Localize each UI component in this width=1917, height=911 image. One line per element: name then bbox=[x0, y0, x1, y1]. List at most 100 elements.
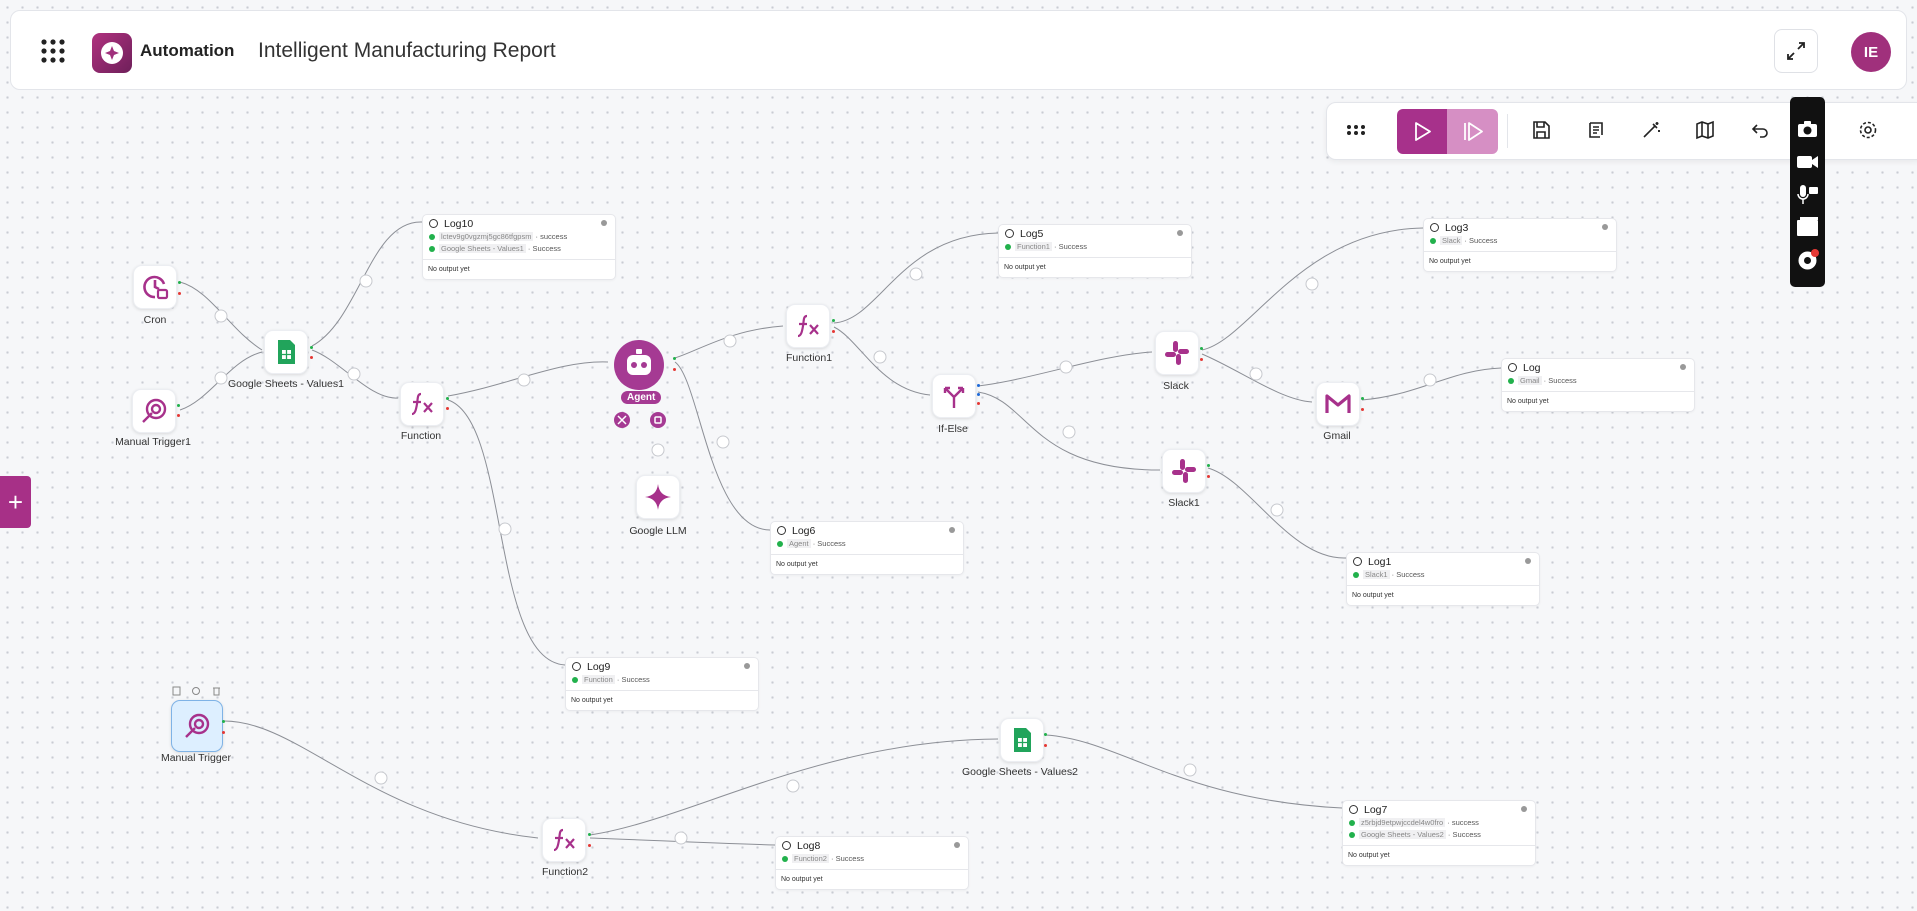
agent-memory-button[interactable] bbox=[650, 412, 666, 428]
camera-button[interactable] bbox=[1795, 117, 1820, 142]
toolbar-menu-button[interactable] bbox=[1339, 113, 1373, 147]
output-port[interactable] bbox=[588, 833, 591, 836]
status-dot bbox=[744, 663, 750, 669]
function1-node[interactable] bbox=[786, 304, 830, 348]
error-port[interactable] bbox=[1207, 475, 1210, 478]
delete-icon[interactable] bbox=[213, 687, 220, 696]
output-port[interactable] bbox=[178, 281, 181, 284]
window-icon bbox=[1797, 217, 1818, 236]
log-output: No output yet bbox=[776, 869, 968, 889]
log-card[interactable]: Log Gmail · Success No output yet bbox=[1501, 358, 1695, 412]
function-node[interactable] bbox=[400, 382, 444, 426]
run-button[interactable] bbox=[1397, 109, 1447, 154]
user-avatar[interactable]: IE bbox=[1851, 32, 1891, 72]
if-else-node[interactable] bbox=[932, 374, 976, 418]
magic-wand-icon bbox=[1643, 122, 1660, 138]
function2-node[interactable] bbox=[542, 818, 586, 862]
error-port[interactable] bbox=[1044, 744, 1047, 747]
automation-logo bbox=[92, 33, 132, 73]
output-port[interactable] bbox=[1200, 347, 1203, 350]
log-title: Log7 bbox=[1364, 804, 1388, 816]
log-status: Success bbox=[1396, 570, 1425, 579]
slack-icon bbox=[1165, 341, 1189, 365]
slack-label: Slack bbox=[1163, 380, 1189, 392]
log-title: Log bbox=[1523, 362, 1541, 374]
log7-card[interactable]: Log7 z5rbjd9etpwjccdel4w0fro · success G… bbox=[1342, 800, 1536, 866]
if-port[interactable] bbox=[977, 384, 980, 387]
google-llm-label: Google LLM bbox=[629, 525, 687, 537]
log-input-row: Agent · Success bbox=[777, 538, 963, 550]
slack-node[interactable] bbox=[1155, 331, 1199, 375]
log-status: success bbox=[540, 232, 568, 241]
error-port[interactable] bbox=[1200, 358, 1203, 361]
map-button[interactable] bbox=[1688, 113, 1722, 147]
output-port[interactable] bbox=[673, 357, 676, 360]
log-title: Log3 bbox=[1445, 222, 1469, 234]
output-port[interactable] bbox=[1044, 733, 1047, 736]
log1-card[interactable]: Log1 Slack1 · Success No output yet bbox=[1346, 552, 1540, 606]
log-output: No output yet bbox=[423, 259, 615, 279]
error-port[interactable] bbox=[178, 292, 181, 295]
manual-trigger1-node[interactable] bbox=[132, 389, 176, 433]
gmail-node[interactable] bbox=[1316, 382, 1360, 426]
log3-card[interactable]: Log3 Slack · Success No output yet bbox=[1423, 218, 1617, 272]
recorder-settings-button[interactable] bbox=[1795, 248, 1820, 273]
manual-trigger-node[interactable] bbox=[171, 700, 223, 752]
expand-button[interactable] bbox=[1774, 29, 1818, 73]
undo-button[interactable] bbox=[1743, 113, 1777, 147]
output-port[interactable] bbox=[1361, 397, 1364, 400]
add-node-button[interactable]: + bbox=[0, 476, 31, 528]
video-button[interactable] bbox=[1795, 149, 1820, 174]
cron-label: Cron bbox=[143, 314, 167, 326]
magic-button[interactable] bbox=[1634, 113, 1668, 147]
output-port[interactable] bbox=[310, 346, 313, 349]
log-icon bbox=[1430, 223, 1439, 232]
error-port[interactable] bbox=[673, 368, 676, 371]
slack1-node[interactable] bbox=[1162, 449, 1206, 493]
log-input-row: Gmail · Success bbox=[1508, 375, 1694, 387]
output-port[interactable] bbox=[1207, 464, 1210, 467]
log-icon bbox=[1349, 805, 1358, 814]
run-step-button[interactable] bbox=[1447, 109, 1498, 154]
log8-card[interactable]: Log8 Function2 · Success No output yet bbox=[775, 836, 969, 890]
else-port[interactable] bbox=[977, 393, 980, 396]
cron-node[interactable] bbox=[133, 265, 177, 309]
output-port[interactable] bbox=[832, 319, 835, 322]
error-port[interactable] bbox=[832, 330, 835, 333]
settings-button[interactable] bbox=[1851, 113, 1885, 147]
agent-tag: Agent bbox=[621, 391, 662, 404]
apps-grid-icon[interactable] bbox=[39, 37, 67, 65]
output-port[interactable] bbox=[446, 397, 449, 400]
step-play-icon bbox=[1464, 122, 1483, 141]
error-port[interactable] bbox=[977, 402, 980, 405]
google-sheets-values2-node[interactable] bbox=[1000, 718, 1044, 762]
page-title: Intelligent Manufacturing Report bbox=[258, 39, 556, 62]
error-port[interactable] bbox=[310, 356, 313, 359]
error-port[interactable] bbox=[177, 414, 180, 417]
log-status: success bbox=[1451, 818, 1479, 827]
error-port[interactable] bbox=[588, 844, 591, 847]
function1-label: Function1 bbox=[785, 352, 833, 364]
error-port[interactable] bbox=[446, 407, 449, 410]
google-sheets-values1-node[interactable] bbox=[264, 330, 308, 374]
log5-card[interactable]: Log5 Function1 · Success No output yet bbox=[998, 224, 1192, 278]
google-llm-node[interactable] bbox=[636, 475, 680, 519]
slack-icon bbox=[1172, 459, 1196, 483]
error-port[interactable] bbox=[1361, 408, 1364, 411]
settings-icon[interactable] bbox=[192, 687, 200, 695]
log10-card[interactable]: Log10 lctev9g0vgzmj5gc86tfgpsm · success… bbox=[422, 214, 616, 280]
agent-tools-button[interactable] bbox=[614, 412, 630, 428]
output-port[interactable] bbox=[222, 720, 225, 723]
output-port[interactable] bbox=[177, 404, 180, 407]
copy-icon[interactable] bbox=[172, 686, 181, 696]
log9-card[interactable]: Log9 Function · Success No output yet bbox=[565, 657, 759, 711]
save-button[interactable] bbox=[1524, 113, 1558, 147]
window-button[interactable] bbox=[1795, 215, 1820, 240]
log6-card[interactable]: Log6 Agent · Success No output yet bbox=[770, 521, 964, 575]
error-port[interactable] bbox=[222, 731, 225, 734]
agent-node[interactable] bbox=[614, 340, 664, 390]
status-dot bbox=[1602, 224, 1608, 230]
script-button[interactable] bbox=[1579, 113, 1613, 147]
status-dot bbox=[1680, 364, 1686, 370]
mic-button[interactable] bbox=[1795, 182, 1820, 207]
